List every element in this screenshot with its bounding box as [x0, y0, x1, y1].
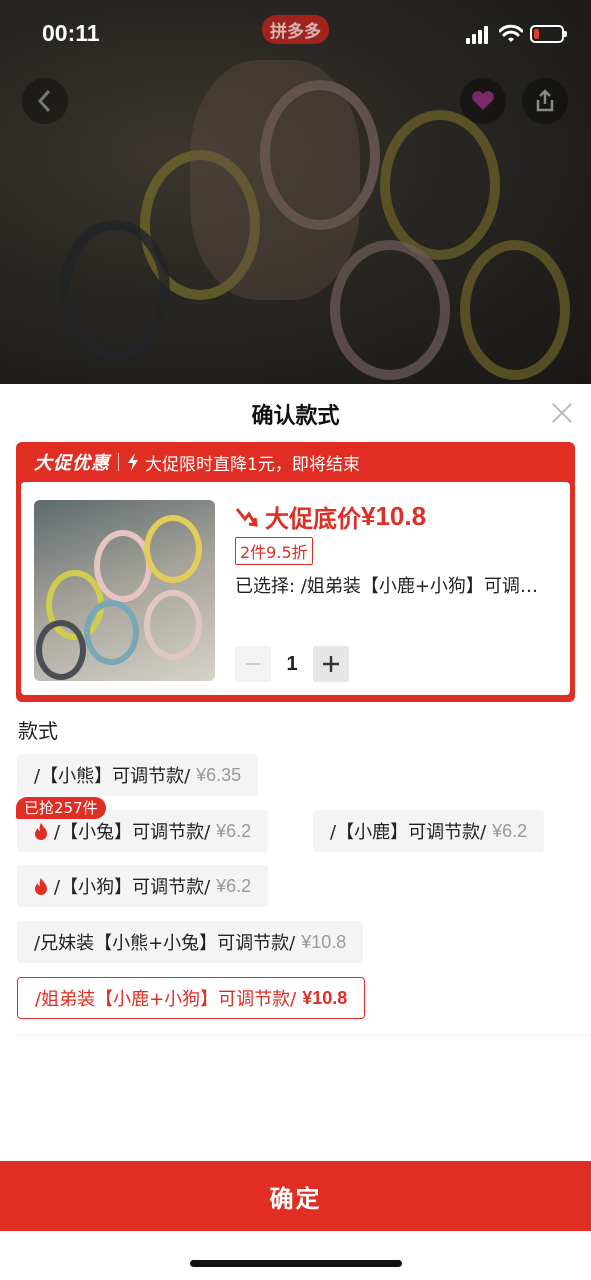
back-button[interactable]: [22, 78, 68, 124]
product-photo-backdrop: 00:11 拼多多: [0, 0, 591, 384]
discount-badge: 2件9.5折: [235, 537, 313, 565]
price-value: ¥10.8: [361, 501, 427, 531]
quantity-stepper: 1: [235, 646, 349, 682]
divider: [16, 1035, 591, 1036]
section-label-style: 款式: [18, 719, 58, 743]
promo-price-row: 大促底价 ¥10.8: [235, 499, 426, 534]
flame-icon: [35, 822, 47, 840]
status-time: 00:11: [42, 20, 100, 46]
close-icon[interactable]: [551, 402, 573, 424]
product-summary: 大促底价 ¥10.8 2件9.5折 已选择: /姐弟装【小鹿+小狗】可调节款/ …: [21, 482, 570, 695]
promo-tag: 大促优惠: [34, 453, 110, 474]
flame-icon: [35, 877, 47, 895]
sold-count-badge: 已抢257件: [16, 797, 106, 819]
option-sister-brother-selected[interactable]: /姐弟装【小鹿+小狗】可调节款/ ¥10.8: [17, 977, 366, 1019]
minus-icon: [246, 663, 260, 665]
home-indicator: [190, 1260, 402, 1267]
share-button[interactable]: [522, 78, 568, 124]
promo-text: 大促限时直降1元，即将结束: [145, 454, 360, 475]
promo-card: 大促优惠 大促限时直降1元，即将结束 大促底价 ¥10.8 2件9.5折 已选择…: [16, 442, 575, 702]
promo-separator: [118, 453, 119, 471]
battery-icon: [530, 25, 567, 43]
price-label: 大促底价: [265, 505, 361, 533]
product-thumbnail: [34, 500, 215, 681]
confirm-button[interactable]: 确定: [0, 1161, 591, 1231]
option-price: ¥6.2: [216, 820, 252, 841]
wifi-icon: [499, 24, 523, 42]
decrease-button[interactable]: [235, 646, 271, 682]
option-deer[interactable]: /【小鹿】可调节款/ ¥6.2: [313, 810, 545, 852]
plus-icon: [323, 656, 339, 672]
option-brother-sister[interactable]: /兄妹装【小熊+小兔】可调节款/ ¥10.8: [17, 921, 364, 963]
option-price: ¥6.2: [216, 875, 252, 896]
arrow-down-icon: [235, 507, 258, 527]
chevron-left-icon: [37, 89, 51, 113]
heart-icon: [472, 91, 494, 110]
signal-icon: [466, 26, 492, 44]
quantity-value[interactable]: 1: [271, 653, 313, 676]
lightning-icon: [128, 453, 138, 471]
option-name: /【小狗】可调节款/: [54, 877, 211, 898]
option-price: ¥10.8: [302, 987, 348, 1008]
status-bar: 00:11 拼多多: [0, 0, 591, 70]
option-price: ¥6.2: [492, 820, 528, 841]
sheet-title: 确认款式: [251, 404, 340, 429]
style-picker-sheet: 确认款式 大促优惠 大促限时直降1元，即将结束 大促底价 ¥10.8 2件9.5…: [0, 384, 591, 1280]
promo-header: 大促优惠 大促限时直降1元，即将结束: [34, 450, 360, 475]
option-price: ¥10.8: [301, 931, 347, 952]
option-name: /兄妹装【小熊+小兔】可调节款/: [34, 933, 296, 954]
option-name: /姐弟装【小鹿+小狗】可调节款/: [35, 989, 297, 1010]
selected-style-text: 已选择: /姐弟装【小鹿+小狗】可调节款/: [235, 576, 555, 597]
option-bear[interactable]: /【小熊】可调节款/ ¥6.35: [17, 754, 259, 796]
share-icon: [536, 89, 554, 112]
option-name: /【小鹿】可调节款/: [330, 822, 487, 843]
option-name: /【小兔】可调节款/: [54, 822, 211, 843]
favorite-button[interactable]: [460, 78, 506, 124]
increase-button[interactable]: [313, 646, 349, 682]
brand-logo: 拼多多: [262, 15, 329, 44]
option-name: /【小熊】可调节款/: [34, 766, 191, 787]
option-dog[interactable]: /【小狗】可调节款/ ¥6.2: [17, 865, 269, 907]
option-price: ¥6.35: [196, 764, 242, 785]
